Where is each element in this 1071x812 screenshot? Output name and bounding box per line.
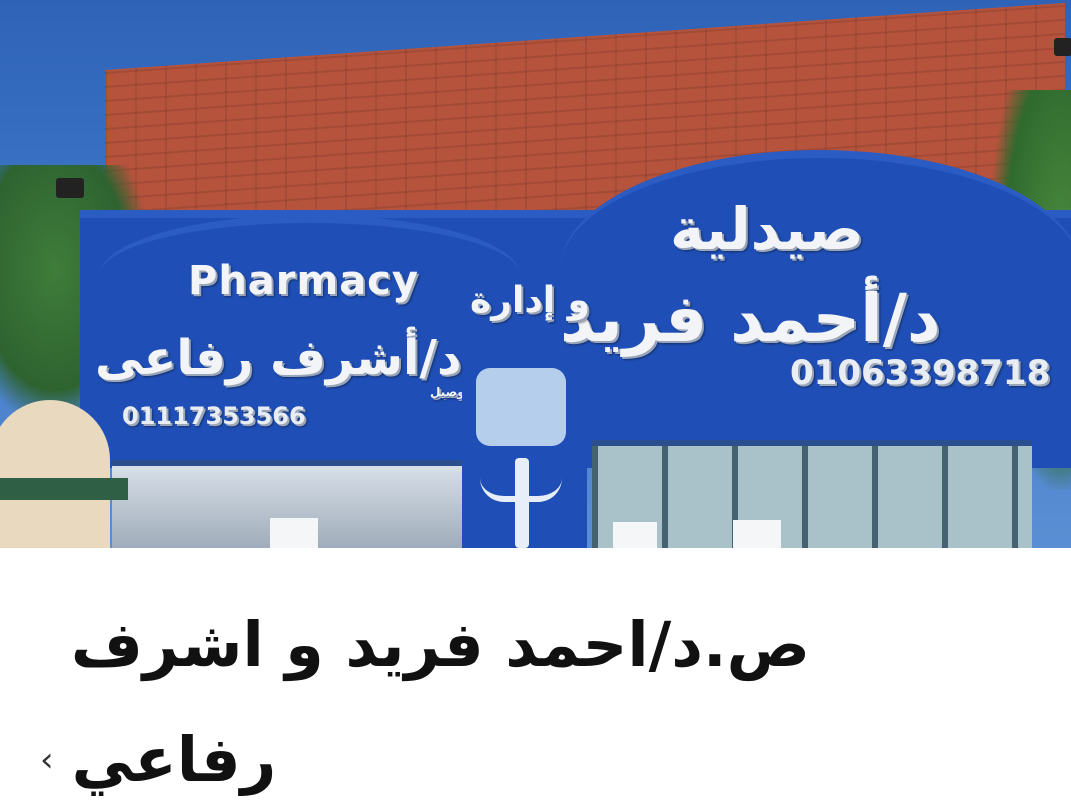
sign-doctor-ashraf: د/أشرف رفاعى	[95, 330, 462, 386]
product-box	[613, 522, 657, 548]
dome-band	[0, 478, 128, 500]
place-title[interactable]: ص.د/احمد فريد و اشرف	[40, 600, 810, 690]
place-title-line-2: رفاعي	[71, 723, 277, 796]
place-title-row-2[interactable]: ‹ رفاعي	[40, 715, 276, 805]
product-box	[270, 518, 318, 548]
storefront-photo[interactable]: صيدلية د/أحمد فريد و إدارة د/أشرف رفاعى …	[0, 0, 1071, 548]
delivery-scooter-icon	[476, 368, 566, 446]
sign-and-management: و إدارة	[470, 280, 591, 321]
chevron-left-icon[interactable]: ‹	[40, 743, 54, 777]
place-title-line-1: ص.د/احمد فريد و اشرف	[70, 608, 810, 681]
sign-pharmacy-english: Pharmacy	[188, 258, 419, 304]
sign-pharmacy-arabic: صيدلية	[670, 195, 864, 263]
shop-window-right	[592, 440, 1032, 548]
sign-phone-2: 01117353566	[122, 402, 306, 430]
sign-phone-1: 01063398718	[790, 353, 1051, 393]
flood-lamp	[56, 178, 84, 198]
camera	[1054, 38, 1071, 56]
product-box	[733, 520, 781, 548]
caduceus-icon	[515, 458, 529, 548]
dome-structure	[0, 400, 110, 548]
sign-doctor-ahmed: د/أحمد فريد	[560, 280, 941, 357]
